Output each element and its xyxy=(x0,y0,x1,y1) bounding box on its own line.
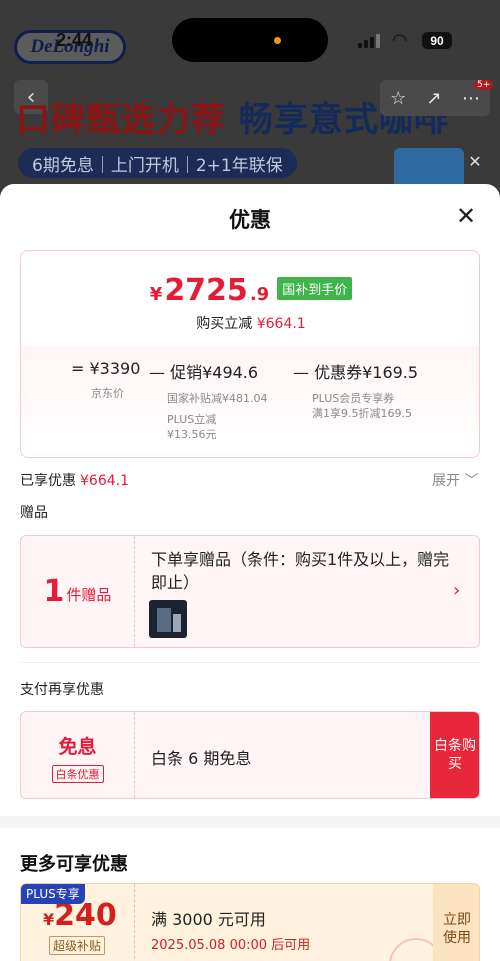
signal-icon xyxy=(358,34,380,48)
calc-coupon-rule: 满1享9.5折减169.5 xyxy=(312,407,412,420)
gift-count-number: 1 xyxy=(43,574,65,609)
coupon-currency: ¥ xyxy=(43,910,55,929)
price-decimal: .9 xyxy=(249,284,270,305)
instant-discount: 购买立减 ¥664.1 xyxy=(21,313,481,333)
banner-close-icon[interactable]: ✕ xyxy=(462,148,488,174)
plus-exclusive-tag: PLUS专享 xyxy=(21,884,85,904)
gift-thumbnail xyxy=(149,600,187,638)
calc-coupon-value: — 优惠券¥169.5 xyxy=(293,363,419,382)
installment-card: 免息 白条优惠 白条 6 期免息 白条购买 xyxy=(20,711,480,799)
final-price: ¥ 2725 .9 国补到手价 xyxy=(21,273,481,308)
price-calculation: = ¥3390 京东价 — 促销¥494.6 国家补贴减¥481.04 PLUS… xyxy=(21,359,481,449)
instant-discount-label: 购买立减 xyxy=(196,316,253,332)
calc-promotion-detail: 国家补贴减¥481.04 PLUS立减 ¥13.56元 xyxy=(167,391,268,442)
calc-promotion-value: — 促销¥494.6 xyxy=(149,363,259,382)
divider xyxy=(20,662,480,663)
gift-count-unit: 件赠品 xyxy=(66,586,112,604)
calc-plus-discount-value: ¥13.56元 xyxy=(167,428,217,441)
close-icon[interactable]: ✕ xyxy=(452,202,480,230)
calc-plus-discount-label: PLUS立减 xyxy=(167,413,217,426)
more-offers-title: 更多可享优惠 xyxy=(20,854,128,875)
payment-section-label: 支付再享优惠 xyxy=(20,682,104,698)
gift-description: 下单享赠品（条件：购买1件及以上，赠完即止） xyxy=(151,550,450,592)
section-gap xyxy=(0,816,500,828)
price-integer: 2725 xyxy=(164,273,248,308)
baitiao-tag: 白条优惠 xyxy=(51,765,104,783)
calc-list-price: = ¥3390 京东价 xyxy=(71,359,140,401)
calc-promotion: — 促销¥494.6 国家补贴减¥481.04 PLUS立减 ¥13.56元 xyxy=(149,359,268,442)
super-subsidy-tag: 超级补贴 xyxy=(49,936,106,955)
gift-count: 1 件赠品 xyxy=(21,536,135,647)
sheet-title: 优惠 xyxy=(229,208,271,232)
instant-discount-value: ¥664.1 xyxy=(256,316,306,332)
enjoyed-discount: 已享优惠 ¥664.1 xyxy=(20,470,129,490)
price-breakdown-card: ¥ 2725 .9 国补到手价 购买立减 ¥664.1 = ¥3390 京东价 … xyxy=(20,250,480,458)
star-icon[interactable]: ☆ xyxy=(390,88,406,109)
use-coupon-button[interactable]: 立即使用 xyxy=(433,884,479,961)
gift-card[interactable]: 1 件赠品 下单享赠品（条件：购买1件及以上，赠完即止） › xyxy=(20,535,480,648)
enjoyed-discount-value: ¥664.1 xyxy=(80,473,129,489)
clock: 2:44 xyxy=(56,30,93,50)
status-bar: 2:44 ◠ 90 xyxy=(0,0,500,80)
installment-summary: 免息 白条优惠 xyxy=(21,712,135,798)
price-currency: ¥ xyxy=(149,284,163,305)
interest-free-title: 免息 xyxy=(58,736,97,758)
chevron-right-icon[interactable]: › xyxy=(453,580,460,601)
calc-list-price-value: = ¥3390 xyxy=(71,359,141,378)
dynamic-island xyxy=(172,18,328,62)
calc-list-price-label: 京东价 xyxy=(91,387,124,400)
wifi-icon: ◠ xyxy=(392,30,408,51)
coupon-valid-date: 2025.05.08 00:00 后可用 xyxy=(151,938,311,953)
battery-icon: 90 xyxy=(422,32,452,49)
recording-indicator-icon xyxy=(274,37,281,44)
more-icon[interactable]: ⋯ xyxy=(462,88,480,109)
subsidy-price-tag: 国补到手价 xyxy=(277,277,353,300)
coupon-condition: 满 3000 元可用 xyxy=(151,910,266,929)
banner-tagline: 6期免息｜上门开机｜2+1年联保 xyxy=(18,148,297,178)
calc-coupon: — 优惠券¥169.5 PLUS会员专享券 满1享9.5折减169.5 xyxy=(293,359,418,421)
headline-red: 口碑甄选力荐 xyxy=(16,100,226,140)
baitiao-buy-button[interactable]: 白条购买 xyxy=(430,712,479,798)
calc-coupon-type: PLUS会员专享券 xyxy=(312,392,395,405)
expand-button[interactable]: 展开 ﹀ xyxy=(432,470,478,490)
calc-coupon-detail: PLUS会员专享券 满1享9.5折减169.5 xyxy=(312,391,418,421)
calc-national-subsidy: 国家补贴减¥481.04 xyxy=(167,392,268,405)
gift-section-label: 赠品 xyxy=(20,505,48,521)
discount-sheet: 优惠 ✕ ¥ 2725 .9 国补到手价 购买立减 ¥664.1 = ¥3390… xyxy=(0,184,500,961)
installment-description: 白条 6 期免息 xyxy=(151,749,252,768)
enjoyed-discount-label: 已享优惠 xyxy=(20,473,76,489)
cart-badge: 5+ xyxy=(474,80,494,90)
share-icon[interactable]: ↗ xyxy=(427,88,442,109)
coupon-card: ¥ 240 超级补贴 PLUS专享 满 3000 元可用 2025.05.08 … xyxy=(20,883,480,961)
